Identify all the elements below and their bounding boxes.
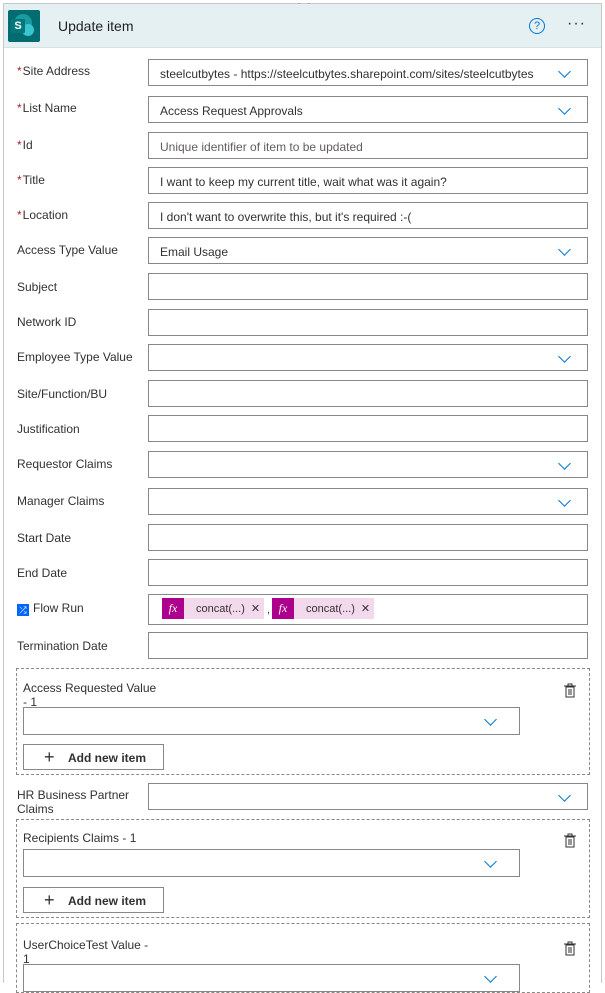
flow-icon: ⤮ [17,604,29,616]
justification-input[interactable] [148,415,588,442]
site-address-label: *Site Address [17,64,91,78]
termination-date-label: Termination Date [17,639,108,653]
chevron-down-icon [558,457,571,470]
ellipsis-icon[interactable]: ··· [567,15,586,33]
access-requested-dropdown[interactable] [23,707,520,735]
termination-date-input[interactable] [148,632,588,659]
hr-partner-dropdown[interactable] [148,783,588,810]
start-date-input[interactable] [148,524,588,551]
end-date-input[interactable] [148,559,588,586]
user-choice-group: UserChoiceTest Value - 1 [16,923,590,993]
update-item-card: S Update item ? ··· *Site Address steelc… [3,0,602,993]
access-type-value: Email Usage [160,245,229,259]
subject-input[interactable] [148,273,588,300]
expression-token[interactable]: fx concat(...) ✕ [162,598,265,619]
chevron-down-icon [558,789,571,802]
recipients-group: Recipients Claims - 1 + Add new item [16,819,590,918]
requestor-claims-label: Requestor Claims [17,457,113,471]
hr-partner-label: HR Business Partner Claims [17,788,130,816]
delete-icon[interactable] [563,833,577,848]
chevron-down-icon [558,102,571,115]
list-name-label: *List Name [17,101,77,115]
delete-icon[interactable] [563,941,577,956]
access-requested-label: Access Requested Value - 1 [23,681,157,709]
sharepoint-icon: S [8,10,40,42]
flow-run-label: ⤮ Flow Run [17,601,84,616]
start-date-label: Start Date [17,531,72,545]
access-requested-group: Access Requested Value - 1 + Add new ite… [16,668,590,775]
action-header[interactable]: S Update item ? ··· [4,4,601,48]
site-address-dropdown[interactable]: steelcutbytes - https://steelcutbytes.sh… [148,59,588,86]
delete-icon[interactable] [563,683,577,698]
plus-icon: + [44,890,55,910]
fx-icon: fx [272,598,294,619]
location-input[interactable]: I don't want to overwrite this, but it's… [148,202,588,229]
title-input[interactable]: I want to keep my current title, wait wh… [148,167,588,194]
access-type-label: Access Type Value [17,243,118,257]
site-address-value: steelcutbytes - https://steelcutbytes.sh… [160,67,534,81]
id-placeholder: Unique identifier of item to be updated [160,140,363,154]
network-id-label: Network ID [17,315,77,329]
add-new-item-button[interactable]: + Add new item [23,744,164,770]
user-choice-label: UserChoiceTest Value - 1 [23,938,149,966]
network-id-input[interactable] [148,309,588,336]
action-title: Update item [58,18,134,34]
justification-label: Justification [17,422,80,436]
requestor-claims-dropdown[interactable] [148,451,588,478]
site-function-label: Site/Function/BU [17,387,108,401]
recipients-label: Recipients Claims - 1 [23,831,137,845]
list-name-value: Access Request Approvals [160,104,303,118]
expression-token[interactable]: fx concat(...) ✕ [272,598,375,619]
chevron-down-icon [484,855,497,868]
chevron-down-icon [484,713,497,726]
manager-claims-dropdown[interactable] [148,488,588,515]
remove-token-icon[interactable]: ✕ [361,602,374,615]
recipients-dropdown[interactable] [23,849,520,877]
location-label: *Location [17,208,69,222]
chevron-down-icon [558,350,571,363]
subject-label: Subject [17,280,58,294]
fx-icon: fx [162,598,184,619]
title-value: I want to keep my current title, wait wh… [160,175,447,189]
access-type-dropdown[interactable]: Email Usage [148,237,588,264]
id-label: *Id [17,138,33,152]
employee-type-dropdown[interactable] [148,344,588,371]
flow-run-input[interactable]: fx concat(...) ✕ , fx concat(...) ✕ [148,594,588,625]
chevron-down-icon [558,494,571,507]
manager-claims-label: Manager Claims [17,494,105,508]
plus-icon: + [44,747,55,767]
chevron-down-icon [558,65,571,78]
location-value: I don't want to overwrite this, but it's… [160,210,412,224]
title-label: *Title [17,173,45,187]
id-input[interactable]: Unique identifier of item to be updated [148,132,588,159]
list-name-dropdown[interactable]: Access Request Approvals [148,96,588,123]
employee-type-label: Employee Type Value [17,350,133,364]
add-new-item-button[interactable]: + Add new item [23,887,164,913]
user-choice-dropdown[interactable] [23,964,520,992]
chevron-down-icon [558,243,571,256]
remove-token-icon[interactable]: ✕ [251,602,264,615]
help-circle-icon[interactable]: ? [529,18,545,34]
site-function-input[interactable] [148,380,588,407]
end-date-label: End Date [17,566,68,580]
